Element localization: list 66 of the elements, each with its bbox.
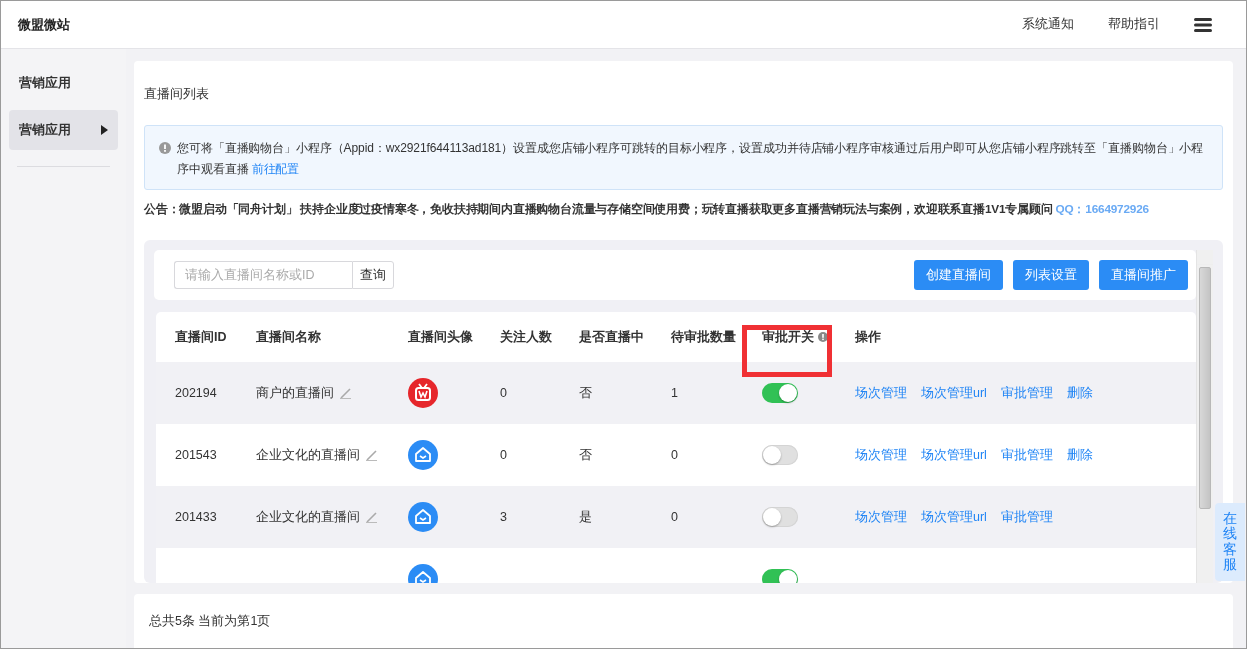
caret-icon [101,125,108,135]
online-service-tab[interactable]: 在线客服 [1215,503,1245,581]
table-cell: 202194 [175,386,217,400]
action-button[interactable]: 列表设置 [1013,260,1089,290]
action-link[interactable]: 场次管理 [855,446,907,464]
table-cell: 1 [671,386,678,400]
table-cell: 企业文化的直播间 [256,508,360,526]
house-avatar-icon [408,440,438,470]
action-link[interactable]: 删除 [1066,446,1093,464]
table-cell: 企业文化的直播间 [256,446,360,464]
column-header: 关注人数 [500,328,552,346]
scrollbar[interactable] [1196,250,1213,583]
action-link[interactable]: 场次管理 [855,508,907,526]
info-icon [818,332,828,342]
notice-text: 公告：微盟启动「同舟计划」 扶持企业度过疫情寒冬，免收扶持期间内直播购物台流量与存储空间使用费；玩转直播获取更多直播营销玩法与案例，欢迎联系直播1V1专属顾问 QQ：1664972926 [144,201,1150,218]
toggle-switch[interactable] [762,507,798,527]
pagination-text: 总共5条 当前为第1页 [149,612,271,630]
column-header: 操作 [855,328,881,346]
column-header: 审批开关 [762,328,814,346]
action-link[interactable]: 场次管理 [855,384,907,402]
pencil-icon[interactable] [366,511,377,523]
search-button[interactable]: 查询 [352,261,394,289]
sidebar-item[interactable]: 营销应用 [9,110,118,150]
house-avatar-icon [408,502,438,532]
column-header: 直播间名称 [256,328,321,346]
action-link[interactable]: 审批管理 [1000,384,1053,402]
toggle-switch[interactable] [762,445,798,465]
menu-icon[interactable] [1194,16,1212,33]
column-header: 直播间ID [175,328,227,346]
nav-link[interactable]: 系统通知 [1022,16,1074,33]
table-cell: 0 [500,386,507,400]
toggle-switch[interactable] [762,383,798,403]
info-icon [159,142,171,154]
pencil-icon[interactable] [366,449,377,461]
action-link[interactable]: 删除 [1066,384,1093,402]
table-cell: 否 [579,384,592,402]
table-cell: 0 [671,448,678,462]
table-cell: 201433 [175,510,217,524]
table-cell: 201543 [175,448,217,462]
table-cell: 3 [500,510,507,524]
page-title: 直播间列表 [144,85,210,103]
column-header: 是否直播中 [579,328,644,346]
table-cell: 否 [579,446,592,464]
site-title: 微盟微站 [18,15,70,34]
action-link[interactable]: 场次管理url [921,384,987,402]
tv-avatar-icon [408,378,438,408]
action-link[interactable]: 场次管理url [921,508,987,526]
qq-link[interactable]: QQ：1664972926 [1055,202,1149,216]
column-header: 待审批数量 [671,328,736,346]
action-link[interactable]: 场次管理url [921,446,987,464]
sidebar-heading: 营销应用 [18,75,72,92]
action-button[interactable]: 直播间推广 [1099,260,1188,290]
info-text: 您可将「直播购物台」小程序（Appid：wx2921f644113ad181）设置成您店铺小程序可跳转的目标小程序，设置成功并待店铺小程序审核通过后用户即可从您店铺小程序跳转至「直播购物台」小程序中观看直播 前往配置 [177,140,1205,178]
table-cell: 商户的直播间 [256,384,334,402]
action-button[interactable]: 创建直播间 [914,260,1003,290]
pencil-icon[interactable] [340,387,351,399]
column-header: 直播间头像 [408,328,473,346]
table-cell: 0 [500,448,507,462]
action-link[interactable]: 审批管理 [1000,508,1053,526]
table-cell: 0 [671,510,678,524]
table-cell: 是 [579,508,592,526]
toggle-switch[interactable] [762,569,798,583]
nav-link[interactable]: 帮助指引 [1108,16,1160,33]
search-field[interactable]: 请输入直播间名称或ID [174,261,352,289]
config-link[interactable]: 前往配置 [251,162,300,176]
action-link[interactable]: 审批管理 [1000,446,1053,464]
